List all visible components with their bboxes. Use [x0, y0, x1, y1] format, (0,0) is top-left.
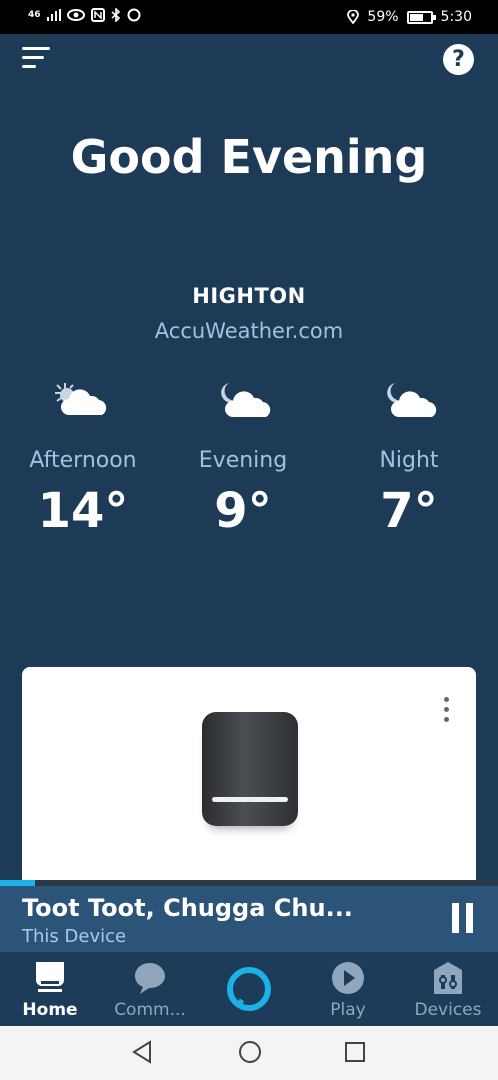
- bottom-tab-bar: Home Comm... Play Devices: [0, 952, 498, 1026]
- moon-cloud-icon: [387, 383, 437, 417]
- forecast-evening[interactable]: Evening 9°: [160, 379, 326, 539]
- period-temperature: 14°: [37, 483, 129, 539]
- status-bar: 46 59% 5:30: [0, 0, 498, 34]
- tab-communicate[interactable]: Comm...: [100, 952, 200, 1026]
- tab-devices[interactable]: Devices: [398, 952, 498, 1026]
- status-right: 59% 5:30: [347, 9, 472, 25]
- now-playing-bar[interactable]: Toot Toot, Chugga Chu... This Device: [0, 886, 498, 952]
- more-vertical-icon[interactable]: [440, 697, 452, 727]
- network-type: 46: [28, 10, 41, 20]
- now-playing-title: Toot Toot, Chugga Chu...: [22, 894, 353, 922]
- play-icon: [332, 962, 364, 994]
- location-icon: [347, 10, 360, 24]
- bluetooth-icon: [111, 8, 120, 22]
- tab-label: Play: [330, 1000, 366, 1020]
- now-playing-device: This Device: [22, 926, 127, 947]
- tab-label: Comm...: [114, 1000, 186, 1020]
- sync-icon: [127, 8, 141, 22]
- alexa-icon: [227, 967, 271, 1011]
- home-circle-icon[interactable]: [237, 1039, 263, 1065]
- period-label: Evening: [198, 448, 288, 473]
- greeting-title: Good Evening: [70, 130, 428, 184]
- battery-percent: 59%: [367, 9, 399, 25]
- home-icon: [36, 962, 64, 992]
- moon-cloud-icon: [221, 383, 271, 417]
- speaker-light-ring: [212, 797, 288, 802]
- sun-cloud-icon: [55, 383, 107, 415]
- tab-home[interactable]: Home: [0, 952, 100, 1026]
- help-button[interactable]: ?: [443, 44, 474, 75]
- nfc-icon: [90, 8, 105, 22]
- tab-alexa[interactable]: [200, 952, 298, 1026]
- home-screen: ? Good Evening HIGHTON AccuWeather.com A…: [0, 34, 498, 897]
- forecast-night[interactable]: Night 7°: [326, 379, 492, 539]
- period-temperature: 9°: [214, 483, 272, 539]
- weather-location[interactable]: HIGHTON: [0, 284, 498, 308]
- forecast-afternoon[interactable]: Afternoon 14°: [0, 379, 166, 539]
- tab-play[interactable]: Play: [298, 952, 398, 1026]
- chat-icon: [135, 963, 165, 994]
- device-card[interactable]: [22, 667, 476, 897]
- period-label: Night: [379, 448, 439, 473]
- tab-label: Home: [22, 1000, 78, 1020]
- system-nav-bar: [0, 1026, 498, 1080]
- status-left: 46: [28, 8, 141, 22]
- period-label: Afternoon: [29, 448, 137, 473]
- devices-icon: [434, 962, 462, 994]
- pause-icon[interactable]: [452, 903, 474, 933]
- battery-icon: [406, 10, 436, 24]
- signal-icon: [46, 9, 61, 21]
- eye-icon: [66, 9, 85, 21]
- menu-icon[interactable]: [22, 47, 52, 71]
- echo-speaker-image: [202, 712, 298, 826]
- clock: 5:30: [440, 9, 472, 25]
- tab-label: Devices: [414, 1000, 482, 1020]
- period-temperature: 7°: [380, 483, 438, 539]
- back-icon[interactable]: [130, 1039, 154, 1065]
- weather-source[interactable]: AccuWeather.com: [0, 319, 498, 343]
- recents-icon[interactable]: [343, 1039, 367, 1065]
